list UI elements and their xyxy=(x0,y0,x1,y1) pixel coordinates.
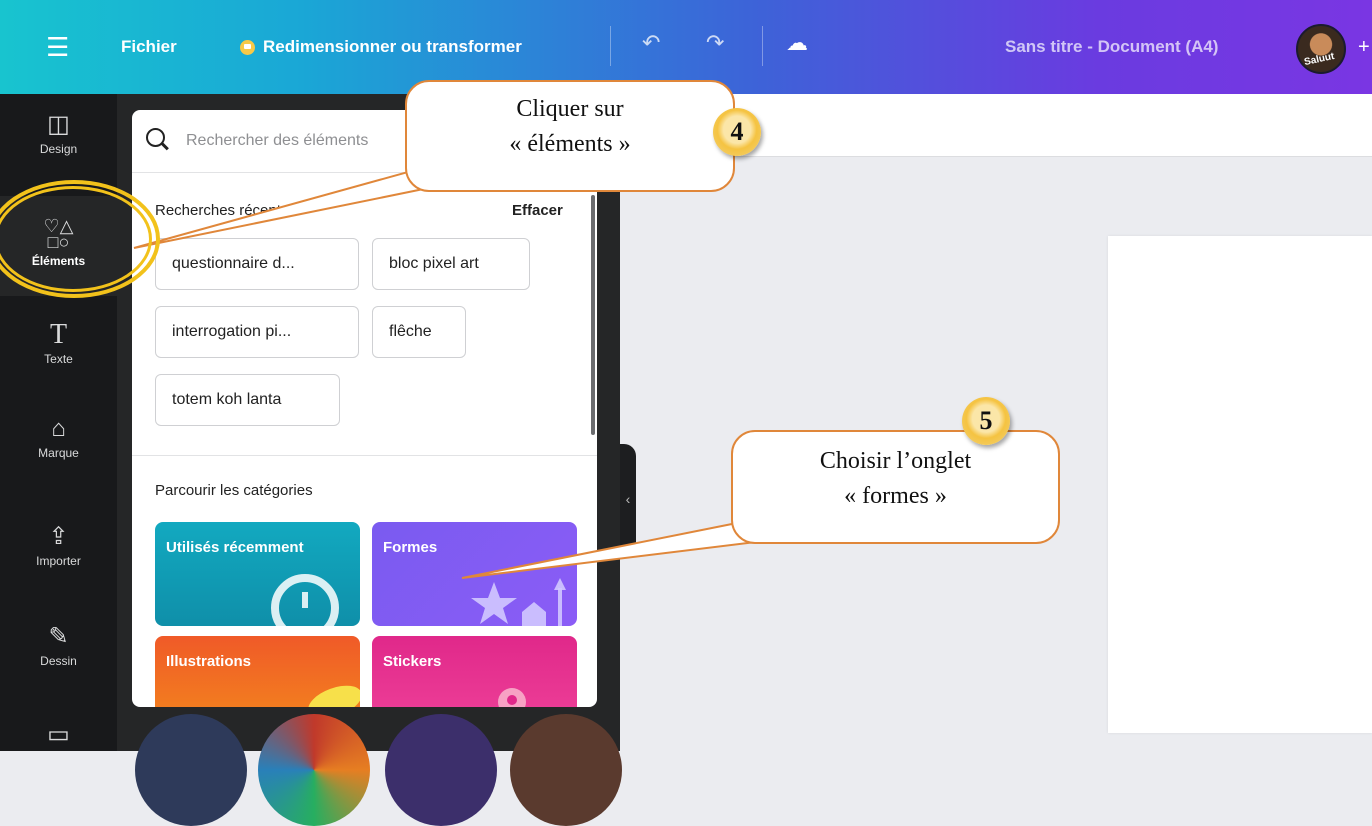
callout-step-4: Cliquer sur « éléments » xyxy=(405,80,735,192)
highlight-ring xyxy=(0,186,152,292)
callout-text: Cliquer sur xyxy=(516,96,624,122)
callout-text: « formes » xyxy=(844,483,947,509)
callout-text: Choisir l’onglet xyxy=(819,448,972,474)
callout-step-5: Choisir l’onglet « formes » xyxy=(731,430,1060,544)
step-badge: 5 xyxy=(962,397,1010,445)
step-badge: 4 xyxy=(713,108,761,156)
callout-text: « éléments » xyxy=(509,131,631,157)
